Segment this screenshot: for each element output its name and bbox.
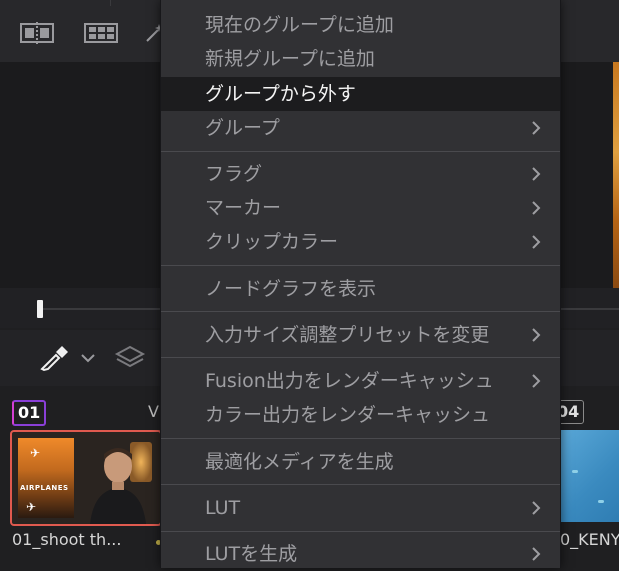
chevron-right-icon xyxy=(532,121,541,135)
menu-item-clip-color[interactable]: クリップカラー xyxy=(161,225,560,259)
menu-item-label: グループ xyxy=(205,117,280,139)
menu-item-label: LUTを生成 xyxy=(205,543,298,565)
menu-item-label: フラグ xyxy=(205,163,263,185)
menu-divider xyxy=(161,531,560,532)
menu-item-label: LUT xyxy=(205,497,241,519)
menu-item-label: クリップカラー xyxy=(205,231,339,253)
menu-item-remove-from-group[interactable]: グループから外す xyxy=(161,77,560,111)
clip-header-label: V xyxy=(148,402,159,421)
clip-number-badge: 01 xyxy=(12,400,47,426)
menu-item-label: Fusion出力をレンダーキャッシュ xyxy=(205,370,494,392)
grid-view-icon[interactable] xyxy=(84,22,118,44)
menu-item-render-cache-color-output[interactable]: カラー出力をレンダーキャッシュ xyxy=(161,398,560,432)
chevron-right-icon xyxy=(532,201,541,215)
chevron-right-icon xyxy=(532,167,541,181)
menu-item-generate-lut[interactable]: LUTを生成 xyxy=(161,537,560,571)
menu-item-label: 現在のグループに追加 xyxy=(205,14,394,36)
toolbar-divider xyxy=(110,0,111,6)
viewer-image xyxy=(613,62,619,288)
airplane-icon: ✈ xyxy=(26,500,37,514)
menu-item-label: 新規グループに追加 xyxy=(205,48,375,70)
chevron-right-icon xyxy=(532,328,541,342)
menu-item-add-to-current-group[interactable]: 現在のグループに追加 xyxy=(161,8,560,42)
chevron-right-icon xyxy=(532,235,541,249)
menu-item-generate-optimized-media[interactable]: 最適化メディアを生成 xyxy=(161,445,560,479)
menu-item-flag[interactable]: フラグ xyxy=(161,157,560,191)
menu-item-add-to-new-group[interactable]: 新規グループに追加 xyxy=(161,42,560,76)
menu-item-lut[interactable]: LUT xyxy=(161,491,560,525)
menu-divider xyxy=(161,357,560,358)
menu-divider xyxy=(161,484,560,485)
menu-item-marker[interactable]: マーカー xyxy=(161,191,560,225)
clip-name: 01_shoot th... xyxy=(12,530,122,549)
clip-thumbnail-selected[interactable]: ✈ AIRPLANES ✈ xyxy=(10,430,162,526)
layers-icon[interactable] xyxy=(114,344,146,372)
menu-item-label: グループから外す xyxy=(205,83,356,105)
split-screen-icon[interactable] xyxy=(20,22,54,44)
context-menu: 現在のグループに追加 新規グループに追加 グループから外す グループ フラグ マ… xyxy=(160,0,561,568)
playhead[interactable] xyxy=(37,300,43,318)
clip-thumbnail[interactable] xyxy=(558,430,619,522)
menu-divider xyxy=(161,151,560,152)
eyedropper-icon[interactable] xyxy=(38,344,72,372)
menu-item-label: 最適化メディアを生成 xyxy=(205,451,394,473)
menu-item-group[interactable]: グループ xyxy=(161,111,560,145)
menu-divider xyxy=(161,265,560,266)
chevron-right-icon xyxy=(532,374,541,388)
clip-name: 0_KENY xyxy=(560,530,619,549)
menu-item-label: ノードグラフを表示 xyxy=(205,278,377,300)
chevron-right-icon xyxy=(532,501,541,515)
menu-divider xyxy=(161,438,560,439)
chevron-right-icon xyxy=(532,547,541,561)
fish-image xyxy=(572,470,578,473)
menu-item-label: マーカー xyxy=(205,197,282,219)
viewer-preview xyxy=(560,62,619,288)
poster-title: AIRPLANES xyxy=(20,484,69,492)
airplane-icon: ✈ xyxy=(30,446,41,460)
chevron-down-icon[interactable] xyxy=(80,352,96,364)
menu-item-show-node-graph[interactable]: ノードグラフを表示 xyxy=(161,272,560,306)
menu-item-label: カラー出力をレンダーキャッシュ xyxy=(205,404,491,426)
menu-item-render-cache-fusion-output[interactable]: Fusion出力をレンダーキャッシュ xyxy=(161,364,560,398)
person-image xyxy=(90,448,146,524)
menu-divider xyxy=(161,311,560,312)
menu-item-change-input-sizing-preset[interactable]: 入力サイズ調整プリセットを変更 xyxy=(161,318,560,352)
viewer-panel xyxy=(0,62,160,288)
menu-item-label: 入力サイズ調整プリセットを変更 xyxy=(205,324,490,346)
fish-image xyxy=(598,500,604,503)
